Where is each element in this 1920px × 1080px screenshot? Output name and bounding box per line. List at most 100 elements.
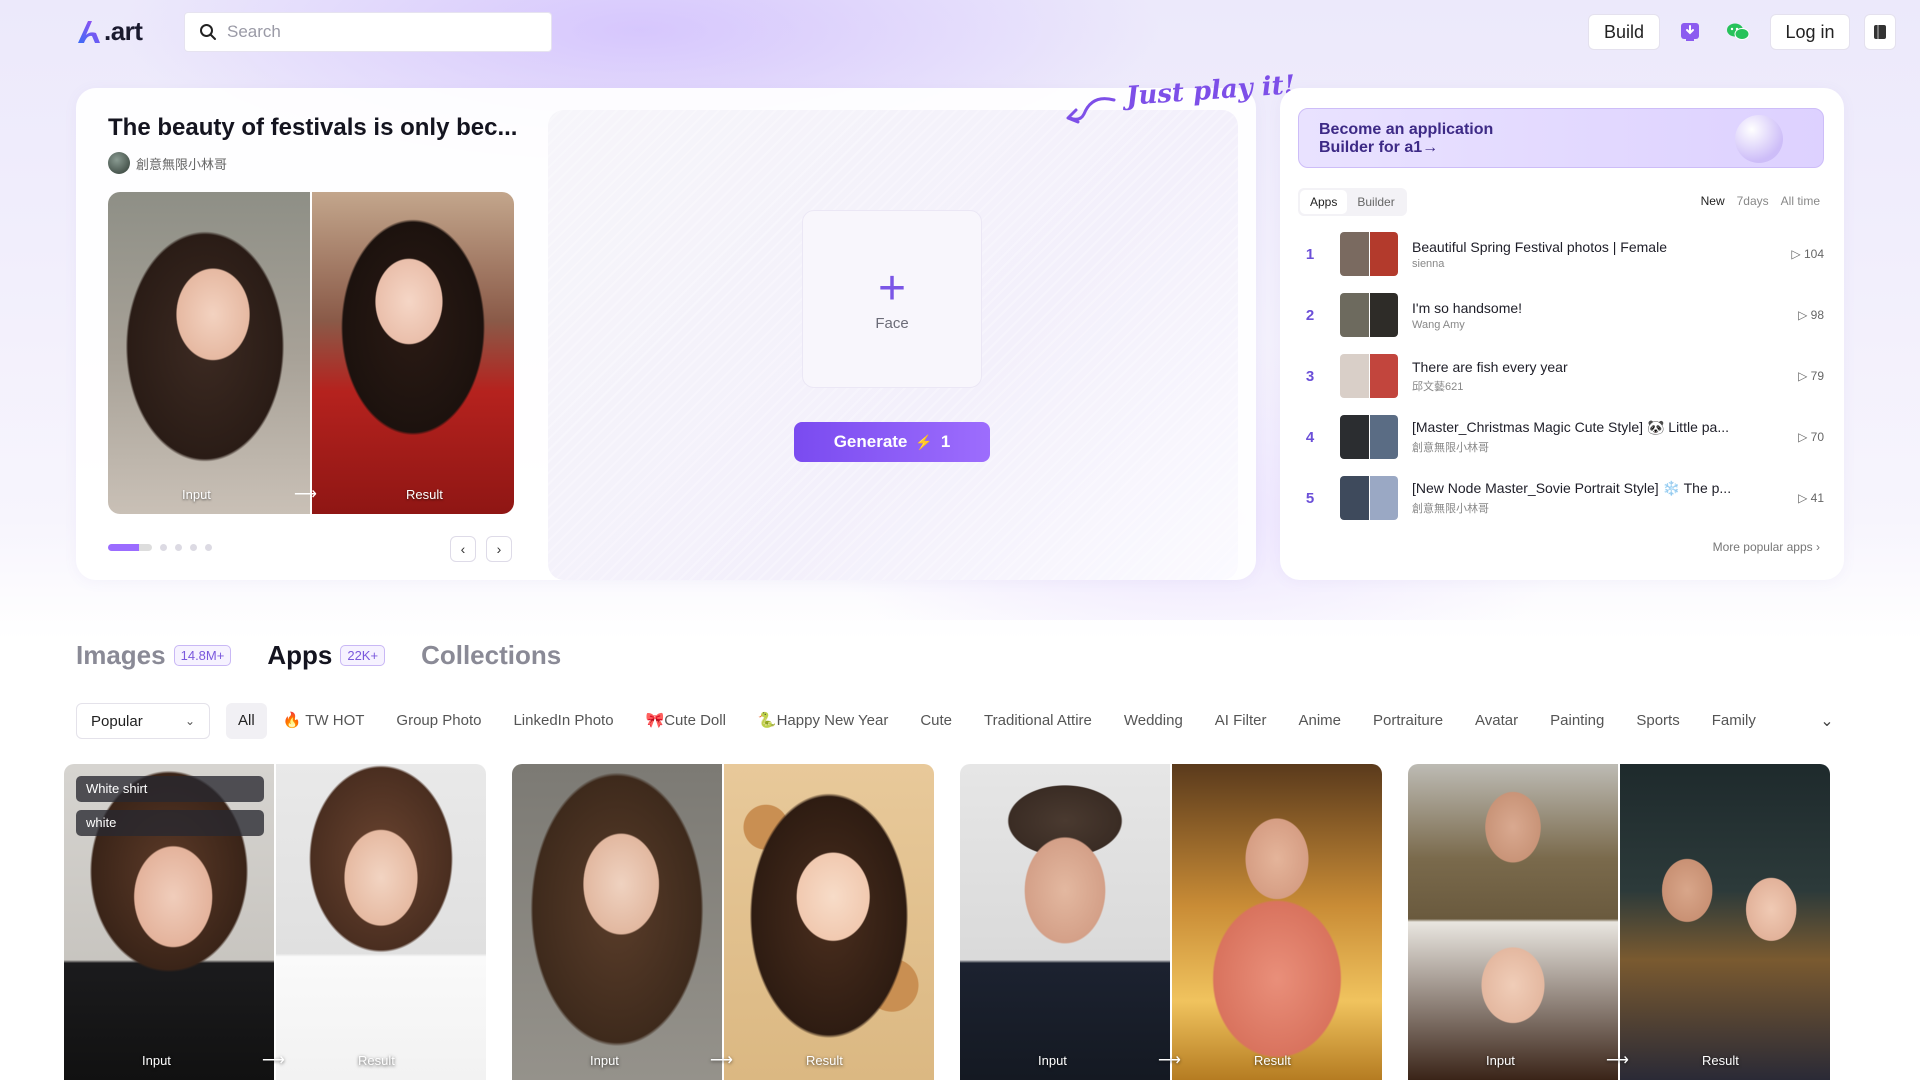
featured-author[interactable]: 創意無限小林哥 — [108, 152, 227, 174]
play-icon: ▷ — [1798, 308, 1811, 322]
app-thumbnail — [1340, 476, 1398, 520]
play-count-value: 41 — [1810, 491, 1824, 505]
pager-dot-active[interactable] — [108, 544, 152, 551]
tab-apps[interactable]: Apps — [1300, 190, 1348, 214]
app-title: [New Node Master_Sovie Portrait Style] ❄… — [1412, 480, 1732, 496]
category-chip[interactable]: 🔥 TW HOT — [267, 703, 381, 739]
category-chip[interactable]: 🎀Cute Doll — [630, 703, 742, 739]
featured-preview[interactable]: Input Result ⟶ — [108, 192, 514, 514]
category-chip[interactable]: Family — [1696, 703, 1772, 739]
more-label: More popular apps — [1712, 540, 1813, 554]
category-chip[interactable]: Avatar — [1459, 703, 1534, 739]
pager-dot[interactable] — [160, 544, 167, 551]
generate-button[interactable]: Generate ⚡ 1 — [794, 422, 990, 462]
download-app-button[interactable] — [1672, 14, 1708, 50]
builder-banner[interactable]: Become an application Builder for a1→ — [1298, 108, 1824, 168]
filter-new[interactable]: New — [1701, 194, 1725, 208]
build-button[interactable]: Build — [1588, 14, 1660, 50]
author-avatar — [108, 152, 130, 174]
category-chip[interactable]: Wedding — [1108, 703, 1199, 739]
category-chip[interactable]: LinkedIn Photo — [497, 703, 629, 739]
ranking-row[interactable]: 1 Beautiful Spring Festival photos | Fema… — [1298, 230, 1824, 278]
carousel-next-button[interactable]: › — [486, 536, 512, 562]
ranking-row[interactable]: 5 [New Node Master_Sovie Portrait Style] … — [1298, 474, 1824, 522]
ranking-row[interactable]: 2 I'm so handsome! Wang Amy ▷ 98 — [1298, 291, 1824, 339]
tab-images[interactable]: Images 14.8M+ — [76, 640, 232, 671]
sidebar-toggle-button[interactable] — [1864, 14, 1896, 50]
top-bar: .art Build Log in — [0, 0, 1920, 64]
tab-builder[interactable]: Builder — [1347, 190, 1404, 214]
wechat-icon — [1727, 23, 1750, 40]
featured-app-title[interactable]: The beauty of festivals is only bec... — [108, 114, 528, 142]
arrow-right-icon: ⟶ — [1606, 1052, 1629, 1069]
sort-select[interactable]: Popular ⌄ — [76, 703, 210, 739]
filter-7days[interactable]: 7days — [1737, 194, 1769, 208]
result-label: Result — [1254, 1053, 1291, 1068]
download-icon — [1681, 23, 1699, 41]
explore-tabs: Images 14.8M+ Apps 22K+ Collections — [76, 640, 597, 671]
tagline: Just play it! — [1125, 70, 1297, 112]
category-chip[interactable]: AI Filter — [1199, 703, 1283, 739]
tab-apps[interactable]: Apps 22K+ — [267, 640, 386, 671]
category-chip[interactable]: Traditional Attire — [968, 703, 1108, 739]
category-chip[interactable]: Anime — [1282, 703, 1357, 739]
app-card[interactable]: Input Result ⟶ — [1408, 764, 1830, 1080]
rank-info: [New Node Master_Sovie Portrait Style] ❄… — [1412, 480, 1764, 516]
pager-dot[interactable] — [190, 544, 197, 551]
category-chip[interactable]: 🐍Happy New Year — [742, 703, 904, 739]
app-thumbnail — [1340, 232, 1398, 276]
rank-number: 5 — [1305, 489, 1315, 507]
category-chip[interactable]: Group Photo — [380, 703, 497, 739]
ranking-row[interactable]: 3 There are fish every year 邱文藝621 ▷ 79 — [1298, 352, 1824, 400]
search-box[interactable] — [184, 12, 552, 52]
preview-input-image: Input — [108, 192, 310, 514]
category-chip[interactable]: All — [226, 703, 267, 739]
tab-label: Images — [76, 640, 166, 670]
face-upload-slot[interactable]: + Face — [802, 210, 982, 388]
category-chip[interactable]: Portraiture — [1357, 703, 1459, 739]
category-chip[interactable]: Sports — [1620, 703, 1695, 739]
banner-text: Become an application Builder for a1→ — [1319, 121, 1494, 156]
preview-result-image: Result — [312, 192, 514, 514]
play-count-value: 70 — [1810, 430, 1824, 444]
generate-cost: 1 — [940, 432, 951, 451]
app-result-image: Result — [276, 764, 486, 1080]
rank-number: 1 — [1305, 245, 1315, 263]
filter-all-time[interactable]: All time — [1781, 194, 1820, 208]
tab-collections[interactable]: Collections — [421, 640, 561, 671]
expand-categories-button[interactable]: ⌄ — [1816, 710, 1838, 732]
rank-info: Beautiful Spring Festival photos | Femal… — [1412, 239, 1764, 270]
result-label: Result — [358, 1053, 395, 1068]
carousel-pager[interactable] — [108, 544, 212, 551]
rank-number: 3 — [1305, 367, 1315, 385]
login-button[interactable]: Log in — [1770, 14, 1850, 50]
tag-chip: White shirt — [76, 776, 264, 802]
count-badge: 22K+ — [340, 645, 386, 666]
app-thumbnail — [1340, 293, 1398, 337]
rank-info: [Master_Christmas Magic Cute Style] 🐼 Li… — [1412, 419, 1764, 455]
face-label: Face — [875, 314, 909, 332]
app-author: 創意無限小林哥 — [1412, 442, 1489, 454]
app-card[interactable]: Input Result ⟶ — [960, 764, 1382, 1080]
tab-label: Collections — [421, 640, 562, 670]
chevron-right-icon: › — [496, 541, 502, 557]
category-chip[interactable]: Painting — [1534, 703, 1620, 739]
pager-dot[interactable] — [175, 544, 182, 551]
sort-value: Popular — [91, 712, 143, 730]
logo[interactable]: .art — [76, 16, 143, 46]
app-input-image: Input — [512, 764, 722, 1080]
wechat-button[interactable] — [1720, 14, 1756, 50]
ranking-row[interactable]: 4 [Master_Christmas Magic Cute Style] 🐼 L… — [1298, 413, 1824, 461]
more-popular-apps-link[interactable]: More popular apps › — [1713, 540, 1820, 554]
chevron-down-icon: ⌄ — [184, 714, 195, 728]
banner-orb-icon — [1735, 115, 1783, 163]
search-input[interactable] — [227, 22, 527, 42]
app-card[interactable]: Input Result ⟶ — [512, 764, 934, 1080]
category-chip[interactable]: Cute — [904, 703, 968, 739]
carousel-prev-button[interactable]: ‹ — [450, 536, 476, 562]
pager-dot[interactable] — [205, 544, 212, 551]
app-title: There are fish every year — [1412, 358, 1568, 375]
app-thumbnail — [1340, 415, 1398, 459]
app-author: 邱文藝621 — [1412, 380, 1464, 393]
app-card[interactable]: Input White shirt white Result ⟶ — [64, 764, 486, 1080]
